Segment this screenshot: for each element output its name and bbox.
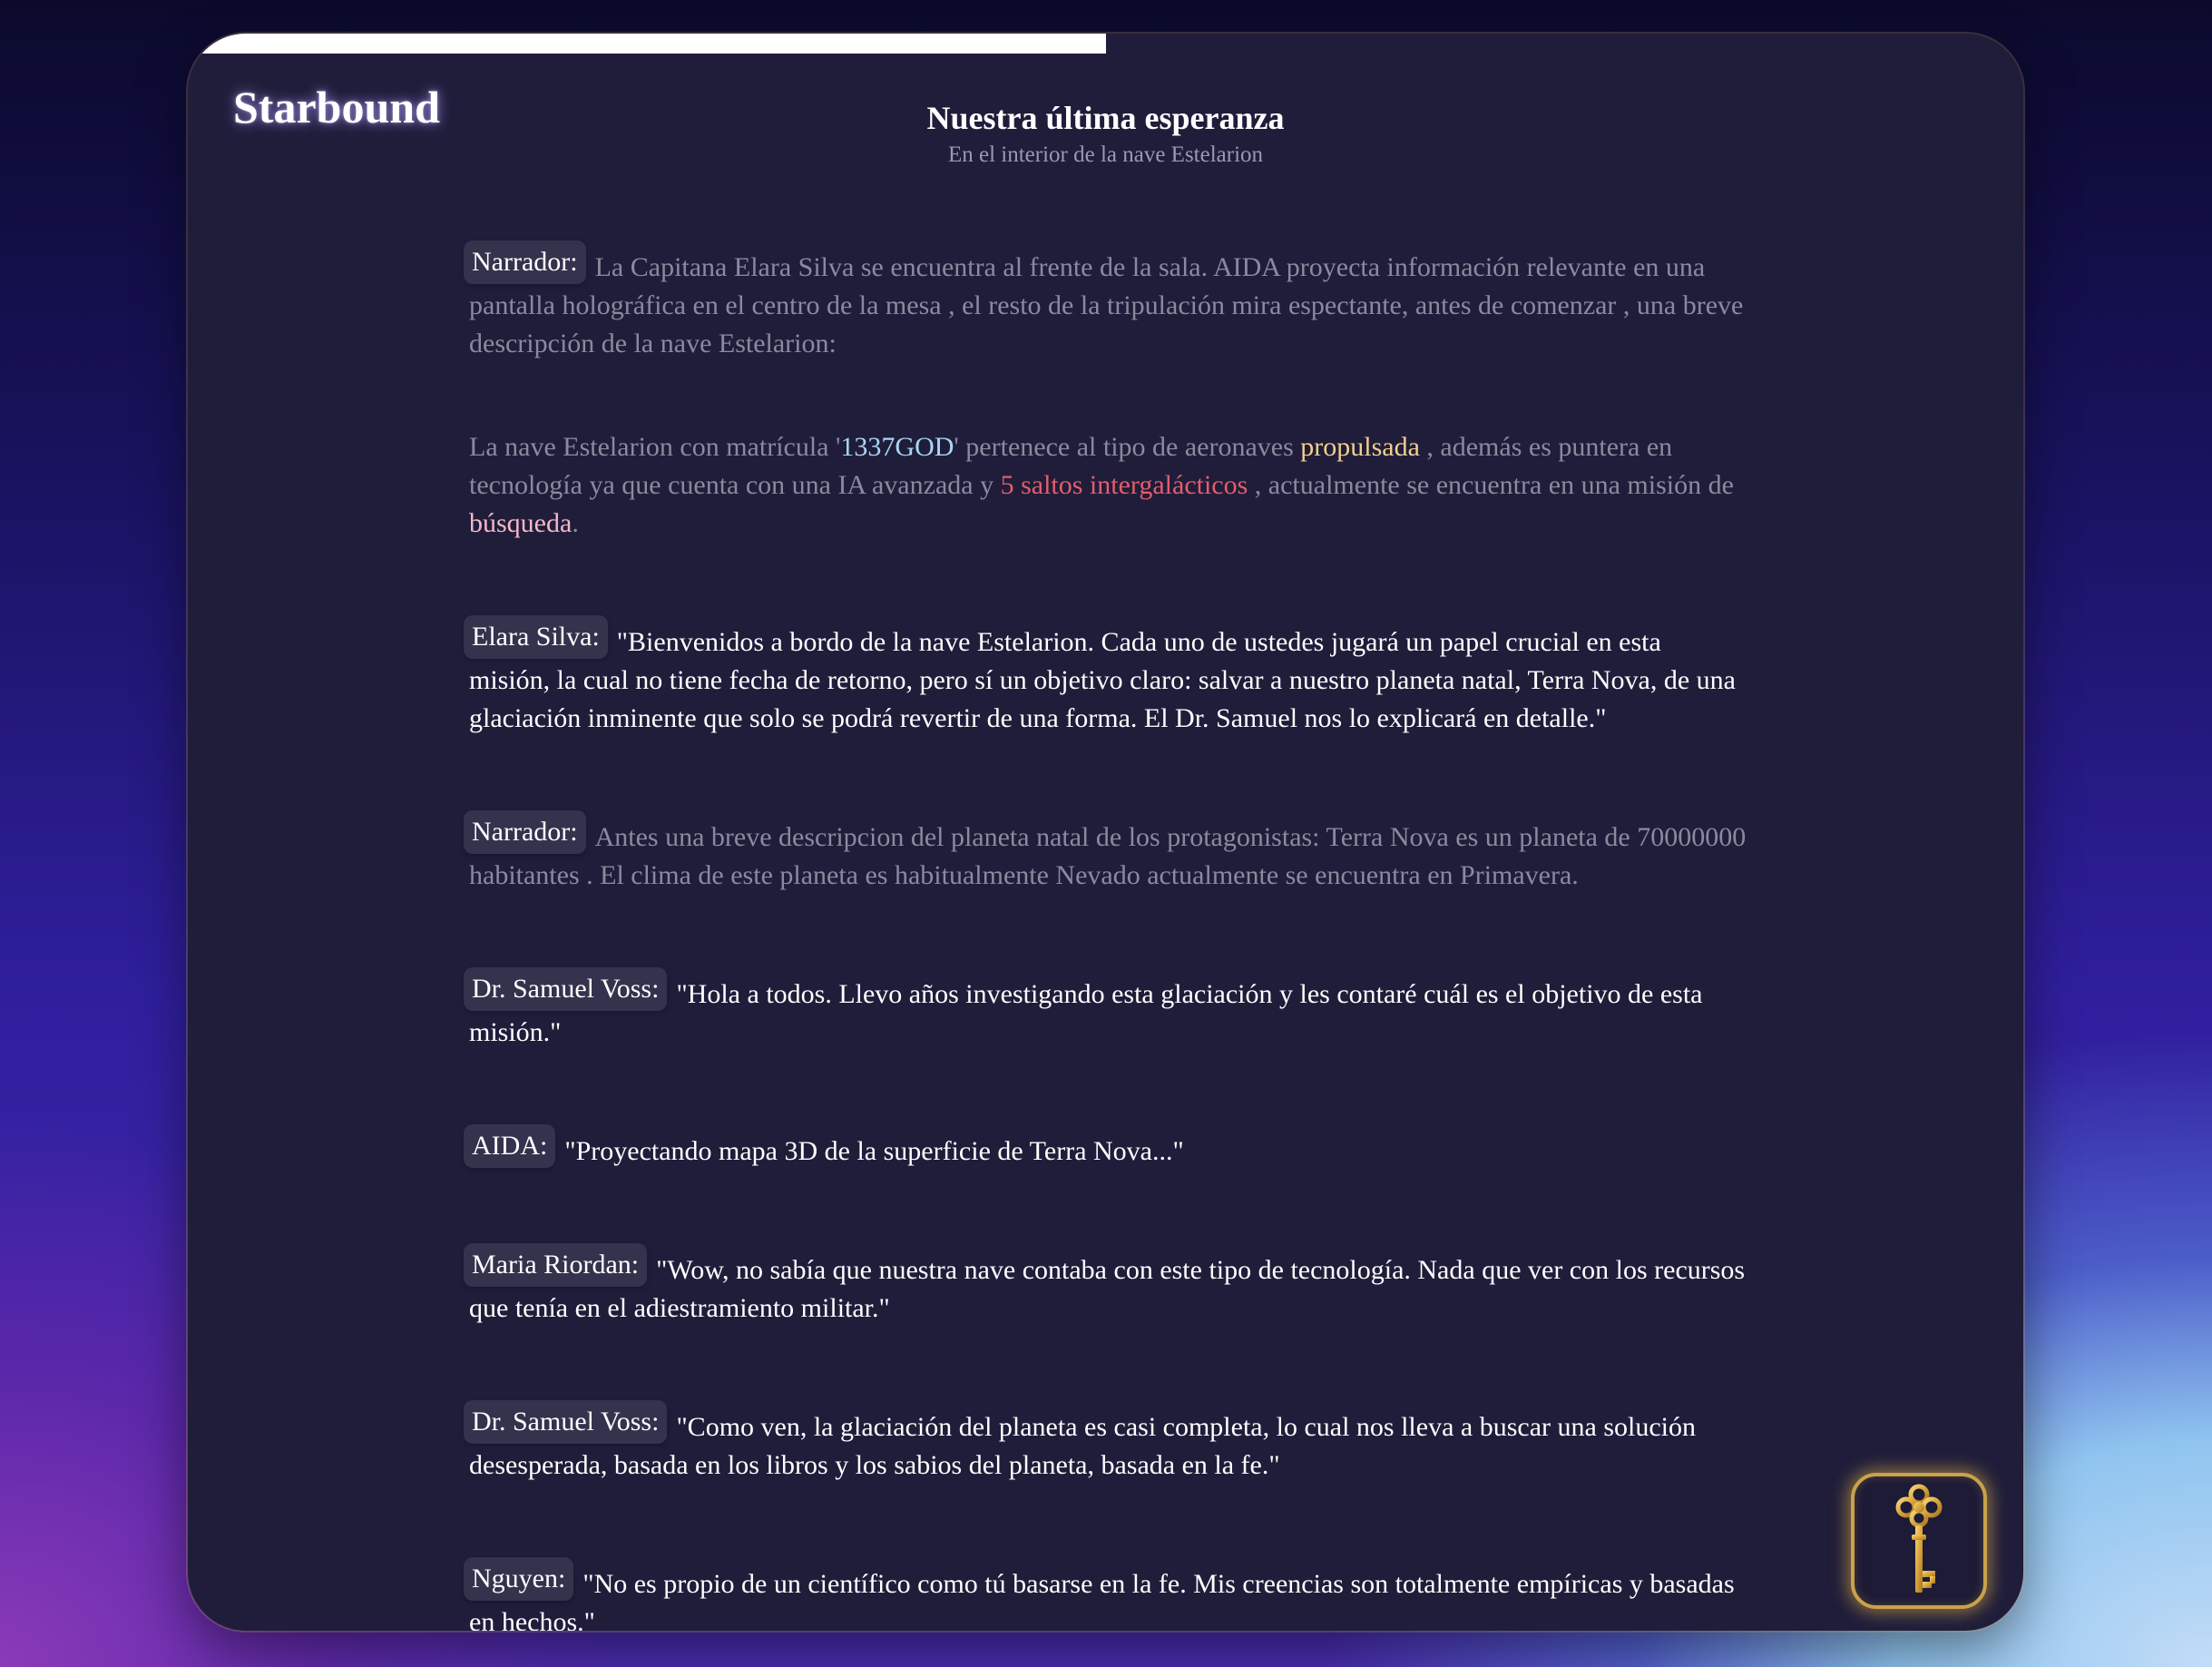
- speaker-badge: Maria Riordan:: [464, 1243, 648, 1287]
- story-window: Starbound Nuestra última esperanza En el…: [188, 34, 2023, 1631]
- ship-info-paragraph: La nave Estelarion con matrícula '1337GO…: [469, 428, 1748, 543]
- dialogue-line-speech: Dr. Samuel Voss: "Como ven, la glaciación…: [464, 1400, 1748, 1485]
- dialogue-text: "No es propio de un científico como tú b…: [469, 1569, 1735, 1631]
- scene-subtitle: En el interior de la nave Estelarion: [947, 142, 1264, 167]
- dialogue-line-narration: Narrador: La Capitana Elara Silva se encu…: [464, 240, 1748, 363]
- scene-header: Nuestra última esperanza En el interior …: [188, 100, 2023, 168]
- key-icon: [1895, 1484, 1943, 1593]
- ship-info-text: , actualmente se encuentra en una misión…: [1248, 470, 1734, 500]
- ship-plate: 1337GOD: [840, 432, 954, 462]
- dialogue-log: Narrador: La Capitana Elara Silva se encu…: [464, 240, 1748, 1631]
- speaker-badge: Dr. Samuel Voss:: [464, 1400, 668, 1444]
- dialogue-line-speech: AIDA: "Proyectando mapa 3D de la superfic…: [464, 1124, 1748, 1171]
- ship-mission-type: búsqueda: [469, 508, 573, 538]
- scene-title: Nuestra última esperanza: [926, 100, 1285, 136]
- ship-jumps: 5 saltos intergalácticos: [1000, 470, 1248, 500]
- speaker-badge: Narrador:: [464, 810, 586, 854]
- dialogue-text: Antes una breve descripcion del planeta …: [469, 822, 1747, 890]
- dialogue-line-speech: Elara Silva: "Bienvenidos a bordo de la n…: [464, 615, 1748, 738]
- speaker-badge: Dr. Samuel Voss:: [464, 967, 668, 1011]
- reading-progress-fill: [188, 34, 1106, 54]
- ship-info-text: .: [572, 508, 579, 538]
- dialogue-line-speech: Nguyen: "No es propio de un científico co…: [464, 1557, 1748, 1631]
- key-button[interactable]: [1851, 1473, 1987, 1609]
- dialogue-line-narration: Narrador: Antes una breve descripcion del…: [464, 810, 1748, 895]
- dialogue-text: "Wow, no sabía que nuestra nave contaba …: [469, 1255, 1746, 1323]
- ship-info-text: La nave Estelarion con matrícula ': [469, 432, 841, 462]
- dialogue-text: La Capitana Elara Silva se encuentra al …: [469, 252, 1744, 358]
- speaker-badge: Elara Silva:: [464, 615, 608, 659]
- dialogue-text: "Bienvenidos a bordo de la nave Estelari…: [469, 627, 1736, 733]
- ship-info-text: ' pertenece al tipo de aeronaves: [954, 432, 1301, 462]
- reading-progress-bar: [188, 34, 2023, 54]
- speaker-badge: Narrador:: [464, 240, 586, 284]
- dialogue-text: "Proyectando mapa 3D de la superficie de…: [564, 1136, 1184, 1166]
- ship-propulsion-type: propulsada: [1300, 432, 1420, 462]
- speaker-badge: AIDA:: [464, 1124, 556, 1168]
- dialogue-line-speech: Maria Riordan: "Wow, no sabía que nuestra…: [464, 1243, 1748, 1328]
- speaker-badge: Nguyen:: [464, 1557, 574, 1601]
- dialogue-line-speech: Dr. Samuel Voss: "Hola a todos. Llevo año…: [464, 967, 1748, 1052]
